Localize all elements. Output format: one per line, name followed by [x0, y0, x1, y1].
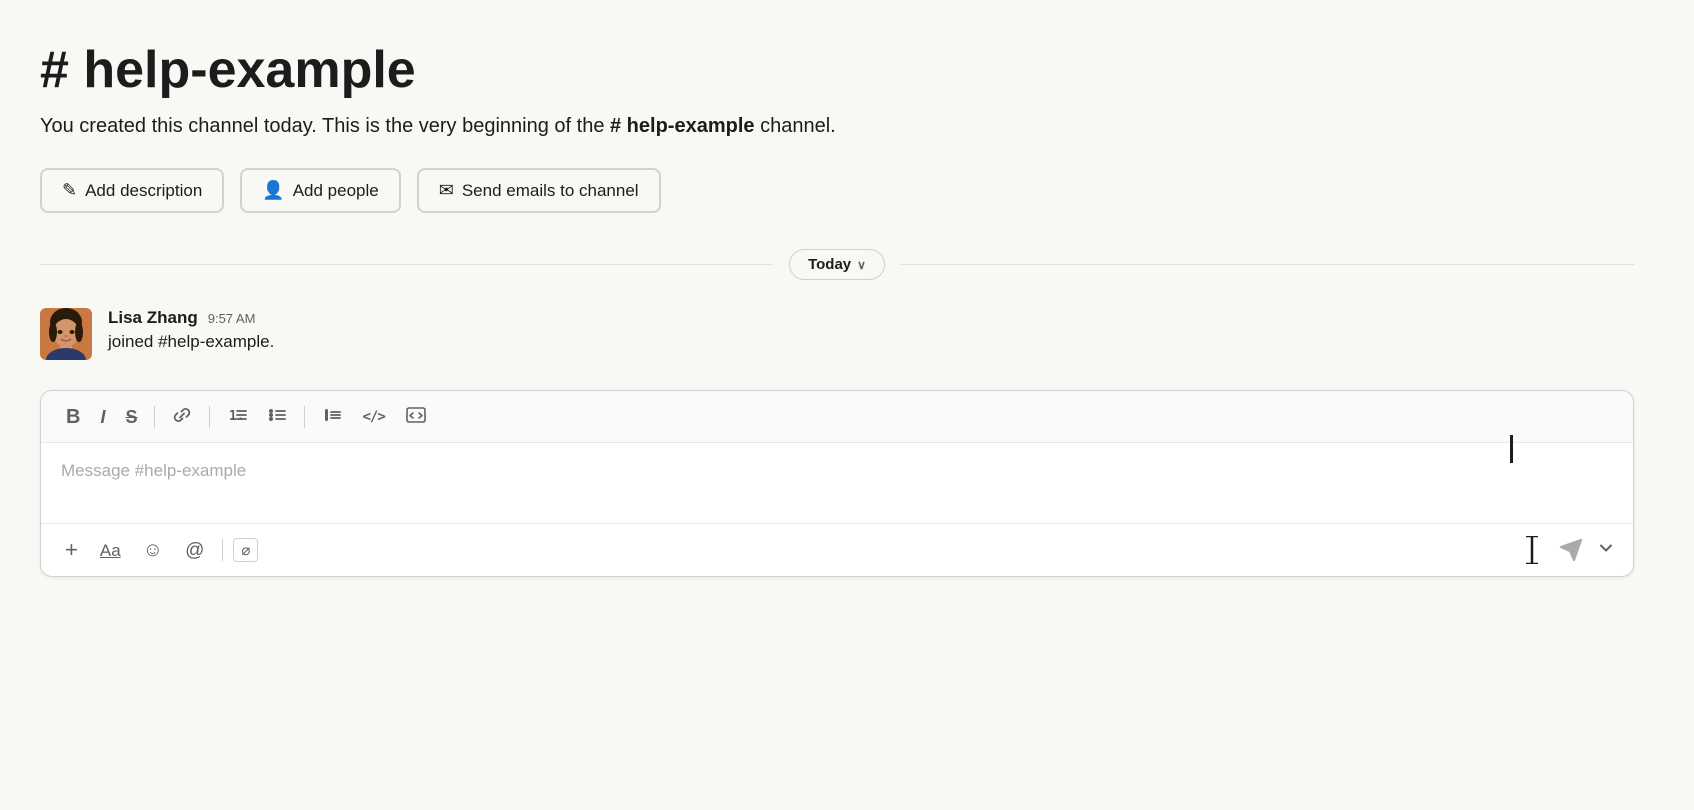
send-emails-button[interactable]: ✉ Send emails to channel: [417, 168, 661, 213]
cursor-icon-area: [1517, 535, 1547, 565]
message-placeholder: Message #help-example: [61, 461, 246, 480]
avatar: [40, 308, 92, 360]
toolbar-divider-2: [209, 406, 210, 428]
blockquote-button[interactable]: [315, 401, 349, 432]
toolbar-divider-1: [154, 406, 155, 428]
strikethrough-button[interactable]: S: [118, 404, 144, 430]
message-time: 9:57 AM: [208, 311, 256, 326]
composer-toolbar: B I S 1.: [41, 391, 1633, 443]
footer-right-tools: [1517, 534, 1617, 566]
send-emails-label: Send emails to channel: [462, 181, 639, 201]
unordered-list-button[interactable]: [260, 401, 294, 432]
channel-header: # help-example You created this channel …: [40, 40, 1634, 140]
subtitle-end: channel.: [755, 115, 836, 137]
channel-hash: # help-example: [40, 40, 416, 100]
blockquote-icon: [322, 405, 342, 425]
message-input[interactable]: Message #help-example: [41, 443, 1633, 523]
send-icon: [1559, 538, 1583, 562]
slash-icon: ⌀: [241, 542, 250, 559]
chevron-down-icon: [1599, 541, 1613, 555]
plus-icon: +: [65, 537, 78, 562]
sender-name: Lisa Zhang: [108, 308, 198, 328]
format-text-button[interactable]: Aa: [92, 538, 129, 563]
footer-left-tools: + Aa ☺ @ ⌀: [57, 535, 258, 565]
ordered-list-button[interactable]: 1.: [220, 401, 254, 432]
add-people-button[interactable]: 👤 Add people: [240, 168, 400, 213]
channel-title: # help-example: [40, 40, 1634, 100]
subtitle-start: You created this channel today. This is …: [40, 115, 610, 137]
date-badge-button[interactable]: Today ∨: [789, 249, 885, 280]
code-block-button[interactable]: [398, 401, 434, 432]
send-button[interactable]: [1551, 534, 1591, 566]
footer-divider: [222, 539, 223, 561]
send-options-button[interactable]: [1595, 537, 1617, 564]
add-people-label: Add people: [293, 181, 379, 201]
emoji-icon: ☺: [143, 539, 163, 561]
italic-button[interactable]: I: [93, 404, 112, 430]
subtitle-channel-name: # help-example: [610, 115, 755, 137]
message-composer: B I S 1.: [40, 390, 1634, 577]
pencil-icon: ✎: [62, 180, 77, 201]
mention-button[interactable]: @: [177, 537, 212, 564]
divider-line-right: [901, 264, 1634, 265]
message-content: Lisa Zhang 9:57 AM joined #help-example.: [108, 308, 1634, 352]
link-icon: [172, 405, 192, 425]
format-text-icon: Aa: [100, 541, 121, 560]
ibeam-cursor-icon: [1523, 536, 1541, 564]
composer-footer: + Aa ☺ @ ⌀: [41, 523, 1633, 576]
link-button[interactable]: [165, 401, 199, 432]
emoji-button[interactable]: ☺: [135, 536, 171, 564]
message-header: Lisa Zhang 9:57 AM: [108, 308, 1634, 328]
at-icon: @: [185, 540, 204, 561]
person-add-icon: 👤: [262, 180, 284, 201]
code-block-icon: [405, 405, 427, 425]
date-divider: Today ∨: [40, 249, 1634, 280]
channel-subtitle: You created this channel today. This is …: [40, 112, 1634, 140]
bold-button[interactable]: B: [59, 403, 87, 431]
action-buttons: ✎ Add description 👤 Add people ✉ Send em…: [40, 168, 1634, 213]
chevron-down-icon: ∨: [857, 258, 866, 272]
add-attachment-button[interactable]: +: [57, 535, 86, 565]
date-label: Today: [808, 256, 851, 273]
message-item: Lisa Zhang 9:57 AM joined #help-example.: [40, 308, 1634, 360]
ordered-list-icon: 1.: [227, 405, 247, 425]
unordered-list-icon: [267, 405, 287, 425]
slash-command-button[interactable]: ⌀: [233, 538, 258, 562]
message-text: joined #help-example.: [108, 332, 1634, 352]
email-icon: ✉: [439, 180, 454, 201]
toolbar-divider-3: [304, 406, 305, 428]
divider-line-left: [40, 264, 773, 265]
code-button[interactable]: </>: [355, 406, 391, 428]
add-description-label: Add description: [85, 181, 202, 201]
add-description-button[interactable]: ✎ Add description: [40, 168, 224, 213]
